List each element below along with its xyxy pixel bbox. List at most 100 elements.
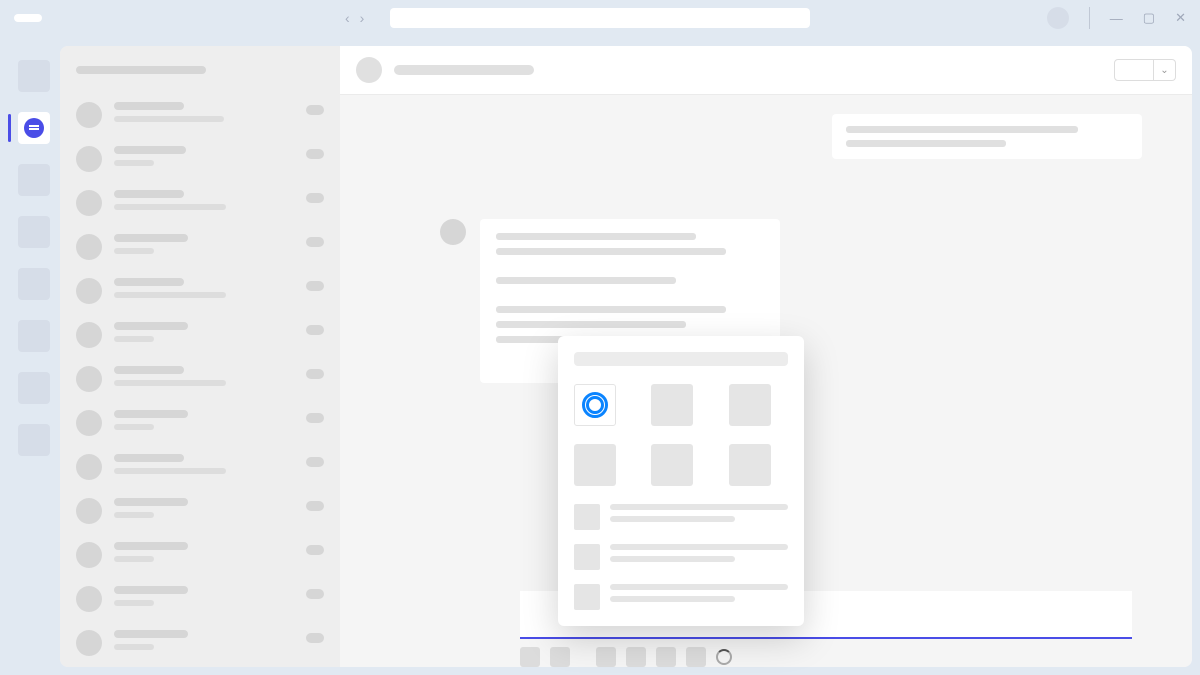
app-list-thumb — [574, 504, 600, 530]
chat-icon — [24, 118, 44, 138]
rail-files[interactable] — [18, 320, 50, 352]
chat-avatar — [76, 542, 102, 568]
more-button[interactable] — [686, 647, 706, 667]
chat-list-item[interactable] — [76, 586, 324, 612]
conversation-avatar[interactable] — [356, 57, 382, 83]
chat-list-item[interactable] — [76, 498, 324, 524]
app-tile-prezi[interactable] — [574, 384, 616, 426]
app-list-thumb — [574, 544, 600, 570]
chat-preview — [114, 336, 154, 342]
chat-timestamp — [306, 149, 324, 159]
header-action-dropdown[interactable]: ⌄ — [1154, 59, 1176, 81]
rail-more[interactable] — [18, 424, 50, 456]
chat-list-item[interactable] — [76, 630, 324, 656]
chat-avatar — [76, 454, 102, 480]
chat-avatar — [76, 278, 102, 304]
profile-avatar[interactable] — [1047, 7, 1069, 29]
chat-list-item[interactable] — [76, 410, 324, 436]
chat-list — [60, 46, 340, 667]
forward-arrow-icon[interactable]: › — [360, 10, 365, 26]
chat-preview — [114, 380, 226, 386]
message-line — [496, 233, 696, 240]
chat-name — [114, 410, 188, 418]
rail-teams[interactable] — [18, 164, 50, 196]
maximize-button[interactable]: ▢ — [1143, 10, 1155, 26]
gif-button[interactable] — [626, 647, 646, 667]
sticker-button[interactable] — [656, 647, 676, 667]
rail-chat[interactable] — [18, 112, 50, 144]
chat-avatar — [76, 498, 102, 524]
chat-avatar — [76, 234, 102, 260]
chat-list-item[interactable] — [76, 234, 324, 260]
message-outgoing[interactable] — [832, 114, 1142, 159]
chat-name — [114, 542, 188, 550]
search-input[interactable] — [390, 8, 810, 28]
chat-list-item[interactable] — [76, 190, 324, 216]
app-picker-search-input[interactable] — [574, 352, 788, 366]
chat-timestamp — [306, 105, 324, 115]
app-list-item[interactable] — [574, 504, 788, 530]
chat-timestamp — [306, 237, 324, 247]
format-button[interactable] — [520, 647, 540, 667]
prezi-icon — [582, 392, 608, 418]
chat-avatar — [76, 190, 102, 216]
chat-avatar — [76, 322, 102, 348]
app-tile[interactable] — [729, 444, 771, 486]
rail-calendar[interactable] — [18, 216, 50, 248]
chat-avatar — [76, 102, 102, 128]
chat-name — [114, 190, 184, 198]
chat-preview — [114, 600, 154, 606]
app-list-subtitle — [610, 556, 735, 562]
sender-avatar[interactable] — [440, 219, 466, 245]
chat-preview — [114, 248, 154, 254]
conversation-header: ⌄ — [340, 46, 1192, 94]
nav-arrows: ‹ › — [345, 10, 364, 26]
app-list-item[interactable] — [574, 584, 788, 610]
app-menu-button[interactable] — [14, 14, 42, 22]
chat-timestamp — [306, 193, 324, 203]
chat-list-item[interactable] — [76, 146, 324, 172]
message-line — [496, 277, 676, 284]
message-line — [496, 306, 726, 313]
message-line — [846, 140, 1006, 147]
back-arrow-icon[interactable]: ‹ — [345, 10, 350, 26]
attach-button[interactable] — [550, 647, 570, 667]
app-list-subtitle — [610, 596, 735, 602]
app-tile[interactable] — [574, 444, 616, 486]
window-controls: — ▢ ✕ — [1047, 7, 1186, 29]
app-list-title — [610, 544, 788, 550]
app-tile[interactable] — [651, 444, 693, 486]
chat-name — [114, 146, 186, 154]
chat-list-item[interactable] — [76, 278, 324, 304]
chat-list-item[interactable] — [76, 454, 324, 480]
chat-list-item[interactable] — [76, 542, 324, 568]
chat-avatar — [76, 366, 102, 392]
app-tile[interactable] — [651, 384, 693, 426]
titlebar: ‹ › — ▢ ✕ — [0, 0, 1200, 36]
rail-calls[interactable] — [18, 268, 50, 300]
close-button[interactable]: ✕ — [1175, 10, 1186, 26]
header-action-button[interactable] — [1114, 59, 1154, 81]
app-list-item[interactable] — [574, 544, 788, 570]
chat-list-item[interactable] — [76, 366, 324, 392]
chat-preview — [114, 160, 154, 166]
chat-list-item[interactable] — [76, 322, 324, 348]
chat-preview — [114, 512, 154, 518]
rail-activity[interactable] — [18, 60, 50, 92]
chat-avatar — [76, 586, 102, 612]
loading-spinner-icon — [716, 649, 732, 665]
separator — [1089, 7, 1090, 29]
minimize-button[interactable]: — — [1110, 11, 1123, 26]
message-line — [496, 248, 726, 255]
chat-timestamp — [306, 369, 324, 379]
compose-toolbar — [520, 647, 732, 667]
app-tile[interactable] — [729, 384, 771, 426]
chat-list-item[interactable] — [76, 102, 324, 128]
chat-timestamp — [306, 501, 324, 511]
emoji-button[interactable] — [596, 647, 616, 667]
rail-apps[interactable] — [18, 372, 50, 404]
message-line — [496, 321, 686, 328]
chat-preview — [114, 468, 226, 474]
message-line — [846, 126, 1078, 133]
chat-timestamp — [306, 413, 324, 423]
